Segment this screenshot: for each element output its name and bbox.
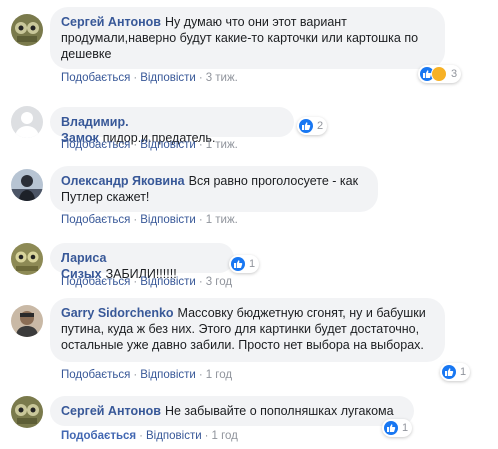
comment-time[interactable]: 1 тиж.: [206, 214, 238, 226]
reaction-count: 1: [249, 258, 256, 270]
avatar[interactable]: [11, 106, 43, 138]
comment-bubble: Владимир. Замок пидор.и.предатель.: [50, 107, 294, 145]
like-button[interactable]: Подобається: [61, 369, 130, 381]
reaction-count: 1: [460, 366, 467, 378]
comment-author[interactable]: Сергей Антонов: [61, 404, 161, 418]
separator: ·: [133, 369, 138, 381]
like-button[interactable]: Подобається: [61, 214, 130, 226]
separator: ·: [198, 214, 203, 226]
like-icon: [299, 119, 313, 133]
separator: ·: [198, 369, 203, 381]
comment-time[interactable]: 1 год: [211, 430, 237, 442]
like-icon: [442, 365, 456, 379]
reply-button[interactable]: Відповісти: [140, 276, 196, 288]
separator: ·: [139, 430, 143, 442]
like-button[interactable]: Подобається: [61, 430, 136, 442]
comment-time[interactable]: 3 тиж.: [206, 72, 238, 84]
comment-bubble: Сергей Антонов Ну думаю что они этот вари…: [50, 7, 445, 69]
reply-button[interactable]: Відповісти: [140, 139, 196, 151]
reaction-summary[interactable]: 2: [297, 117, 328, 135]
comment-bubble: Лариса Сизых ЗАБИЛИ!!!!!!: [50, 243, 234, 281]
comment-bubble: Сергей Антонов Не забывайте о пополняшках…: [50, 396, 414, 426]
comment-actions: Подобається · Відповісти · 1 тиж.: [61, 214, 238, 226]
avatar[interactable]: [11, 14, 43, 46]
separator: ·: [198, 139, 203, 151]
comment-text: Не забывайте о пополняшках лугакома: [164, 404, 394, 418]
reaction-count: 1: [402, 422, 409, 434]
avatar[interactable]: [11, 396, 43, 428]
separator: ·: [204, 430, 209, 442]
reaction-count: 3: [451, 68, 458, 80]
reaction-summary[interactable]: 1: [440, 363, 471, 381]
comment-author[interactable]: Garry Sidorchenko: [61, 306, 174, 320]
reply-button[interactable]: Відповісти: [140, 214, 196, 226]
reaction-summary[interactable]: 1: [229, 255, 260, 273]
like-button[interactable]: Подобається: [61, 139, 130, 151]
like-button[interactable]: Подобається: [61, 72, 130, 84]
separator: ·: [133, 139, 138, 151]
separator: ·: [133, 214, 138, 226]
reaction-count: 2: [317, 120, 324, 132]
separator: ·: [133, 276, 138, 288]
comment-bubble: Олександр Яковина Вся равно проголосуете …: [50, 166, 378, 212]
comment-bubble: Garry Sidorchenko Массовку бюджетную сгон…: [50, 298, 445, 362]
comment-actions: Подобається · Відповісти · 1 тиж.: [61, 139, 238, 151]
like-button[interactable]: Подобається: [61, 276, 130, 288]
comment-actions: Подобається · Відповісти · 3 тиж.: [61, 72, 238, 84]
avatar[interactable]: [11, 243, 43, 275]
separator: ·: [198, 72, 203, 84]
comment-actions: Подобається · Відповісти · 3 год: [61, 276, 232, 288]
reaction-summary[interactable]: 3: [418, 65, 462, 83]
comment-author[interactable]: Олександр Яковина: [61, 174, 185, 188]
separator: ·: [133, 72, 138, 84]
avatar[interactable]: [11, 169, 43, 201]
comment-time[interactable]: 1 тиж.: [206, 139, 238, 151]
comment-time[interactable]: 3 год: [206, 276, 232, 288]
like-icon: [231, 257, 245, 271]
reaction-summary[interactable]: 1: [382, 419, 413, 437]
avatar[interactable]: [11, 305, 43, 337]
comment-actions: Подобається · Відповісти · 1 год: [61, 369, 232, 381]
reply-button[interactable]: Відповісти: [140, 369, 196, 381]
like-icon: [384, 421, 398, 435]
comment-author[interactable]: Сергей Антонов: [61, 15, 161, 29]
separator: ·: [198, 276, 203, 288]
haha-icon: [431, 66, 447, 82]
comment-actions: Подобається · Відповісти · 1 год: [61, 430, 238, 442]
comment-time[interactable]: 1 год: [206, 369, 232, 381]
reply-button[interactable]: Відповісти: [140, 72, 196, 84]
reply-button[interactable]: Відповісти: [146, 430, 202, 442]
